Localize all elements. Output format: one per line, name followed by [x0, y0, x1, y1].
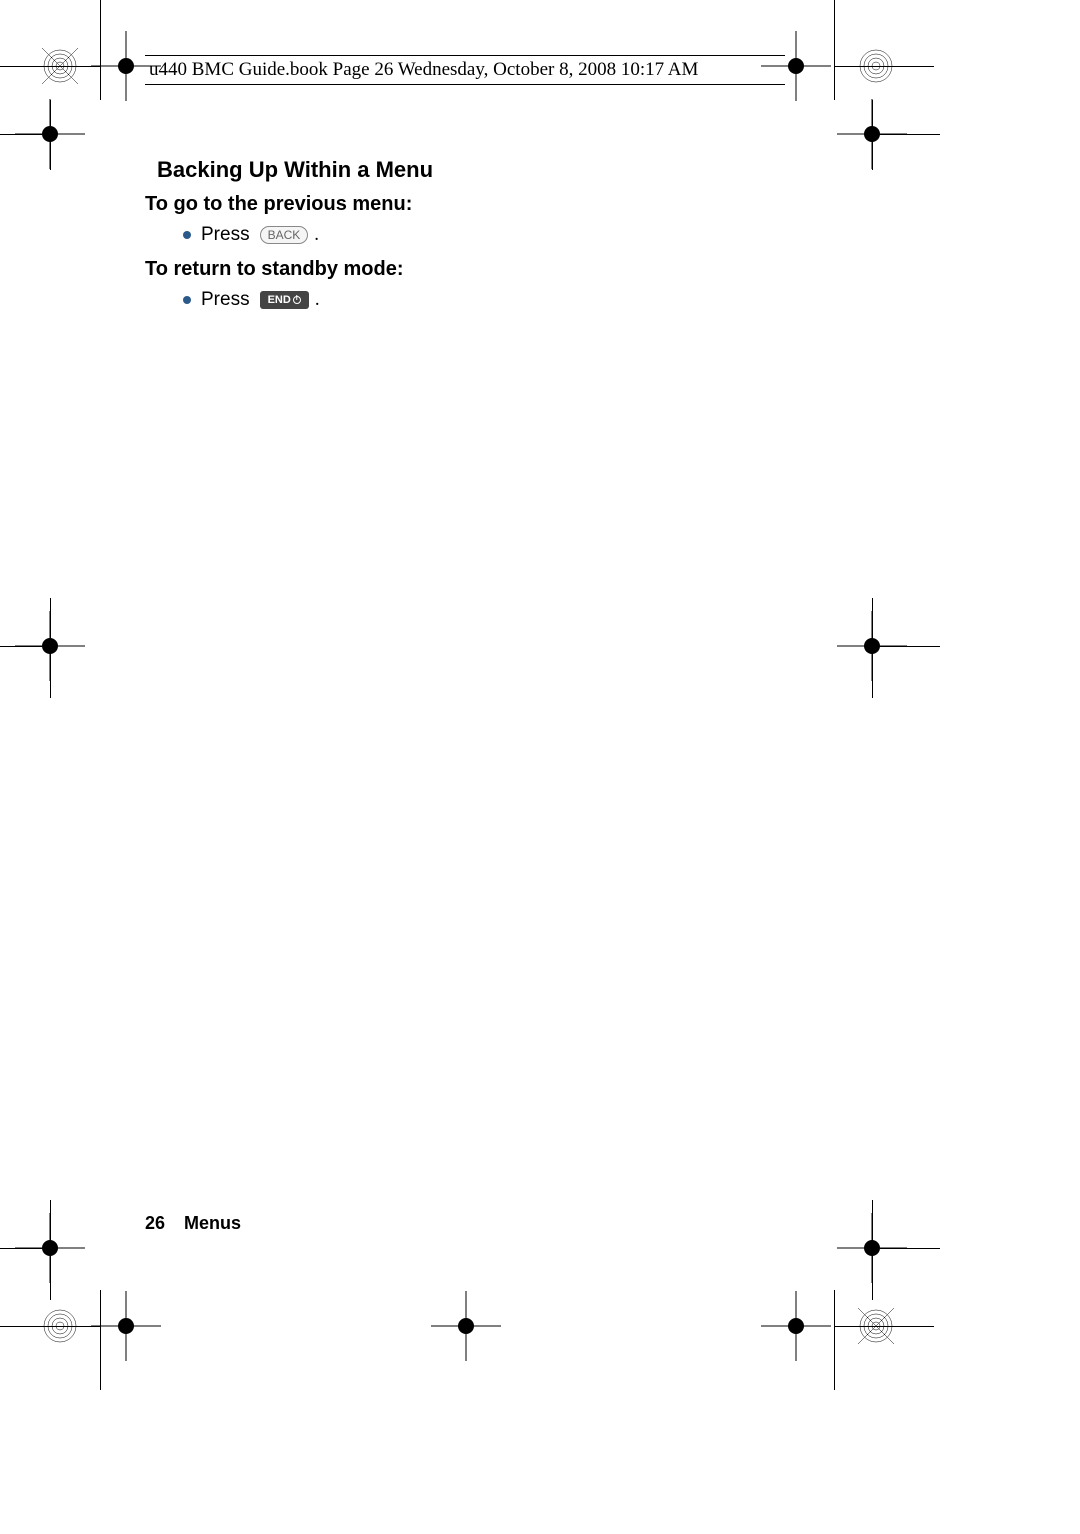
press-label: Press: [201, 224, 250, 246]
instruction-item: Press BACK .: [183, 224, 785, 246]
guide-line: [872, 598, 873, 698]
guide-line: [0, 1248, 42, 1249]
instruction-item: Press END .: [183, 289, 785, 311]
bullet-icon: [183, 231, 191, 239]
crosshair-bottom-right-inner: [788, 1318, 804, 1334]
guide-line: [0, 646, 42, 647]
guide-line: [880, 1248, 940, 1249]
guide-line: [100, 1290, 101, 1390]
back-key-icon: BACK: [260, 226, 309, 244]
chapter-name: Menus: [184, 1213, 241, 1233]
page-header: u440 BMC Guide.book Page 26 Wednesday, O…: [145, 55, 785, 85]
guide-line: [872, 1200, 873, 1300]
subsection-heading-2: To return to standby mode:: [145, 258, 785, 281]
crosshair-bottom-center: [458, 1318, 474, 1334]
crosshair-top-right: [788, 58, 804, 74]
guide-line: [834, 1326, 934, 1327]
power-icon: [293, 296, 301, 304]
crosshair-top-left: [118, 58, 134, 74]
period: .: [314, 224, 319, 246]
section-heading: Backing Up Within a Menu: [157, 157, 785, 183]
page-footer: 26 Menus: [145, 1213, 241, 1234]
end-key-label: END: [268, 294, 291, 306]
guide-line: [880, 646, 940, 647]
bullet-icon: [183, 296, 191, 304]
guide-line: [0, 66, 100, 67]
guide-line: [880, 134, 940, 135]
guide-line: [872, 100, 873, 170]
guide-line: [0, 1326, 100, 1327]
guide-line: [100, 0, 101, 100]
guide-line: [834, 1290, 835, 1390]
header-text: u440 BMC Guide.book Page 26 Wednesday, O…: [149, 59, 698, 80]
guide-line: [50, 598, 51, 698]
end-key-icon: END: [260, 291, 309, 309]
guide-line: [50, 1200, 51, 1300]
guide-line: [50, 100, 51, 170]
crosshair-bottom-left-inner: [118, 1318, 134, 1334]
period: .: [315, 289, 320, 311]
page-number: 26: [145, 1213, 165, 1233]
guide-line: [834, 0, 835, 100]
press-label: Press: [201, 289, 250, 311]
guide-line: [834, 66, 934, 67]
guide-line: [0, 134, 42, 135]
subsection-heading-1: To go to the previous menu:: [145, 193, 785, 216]
